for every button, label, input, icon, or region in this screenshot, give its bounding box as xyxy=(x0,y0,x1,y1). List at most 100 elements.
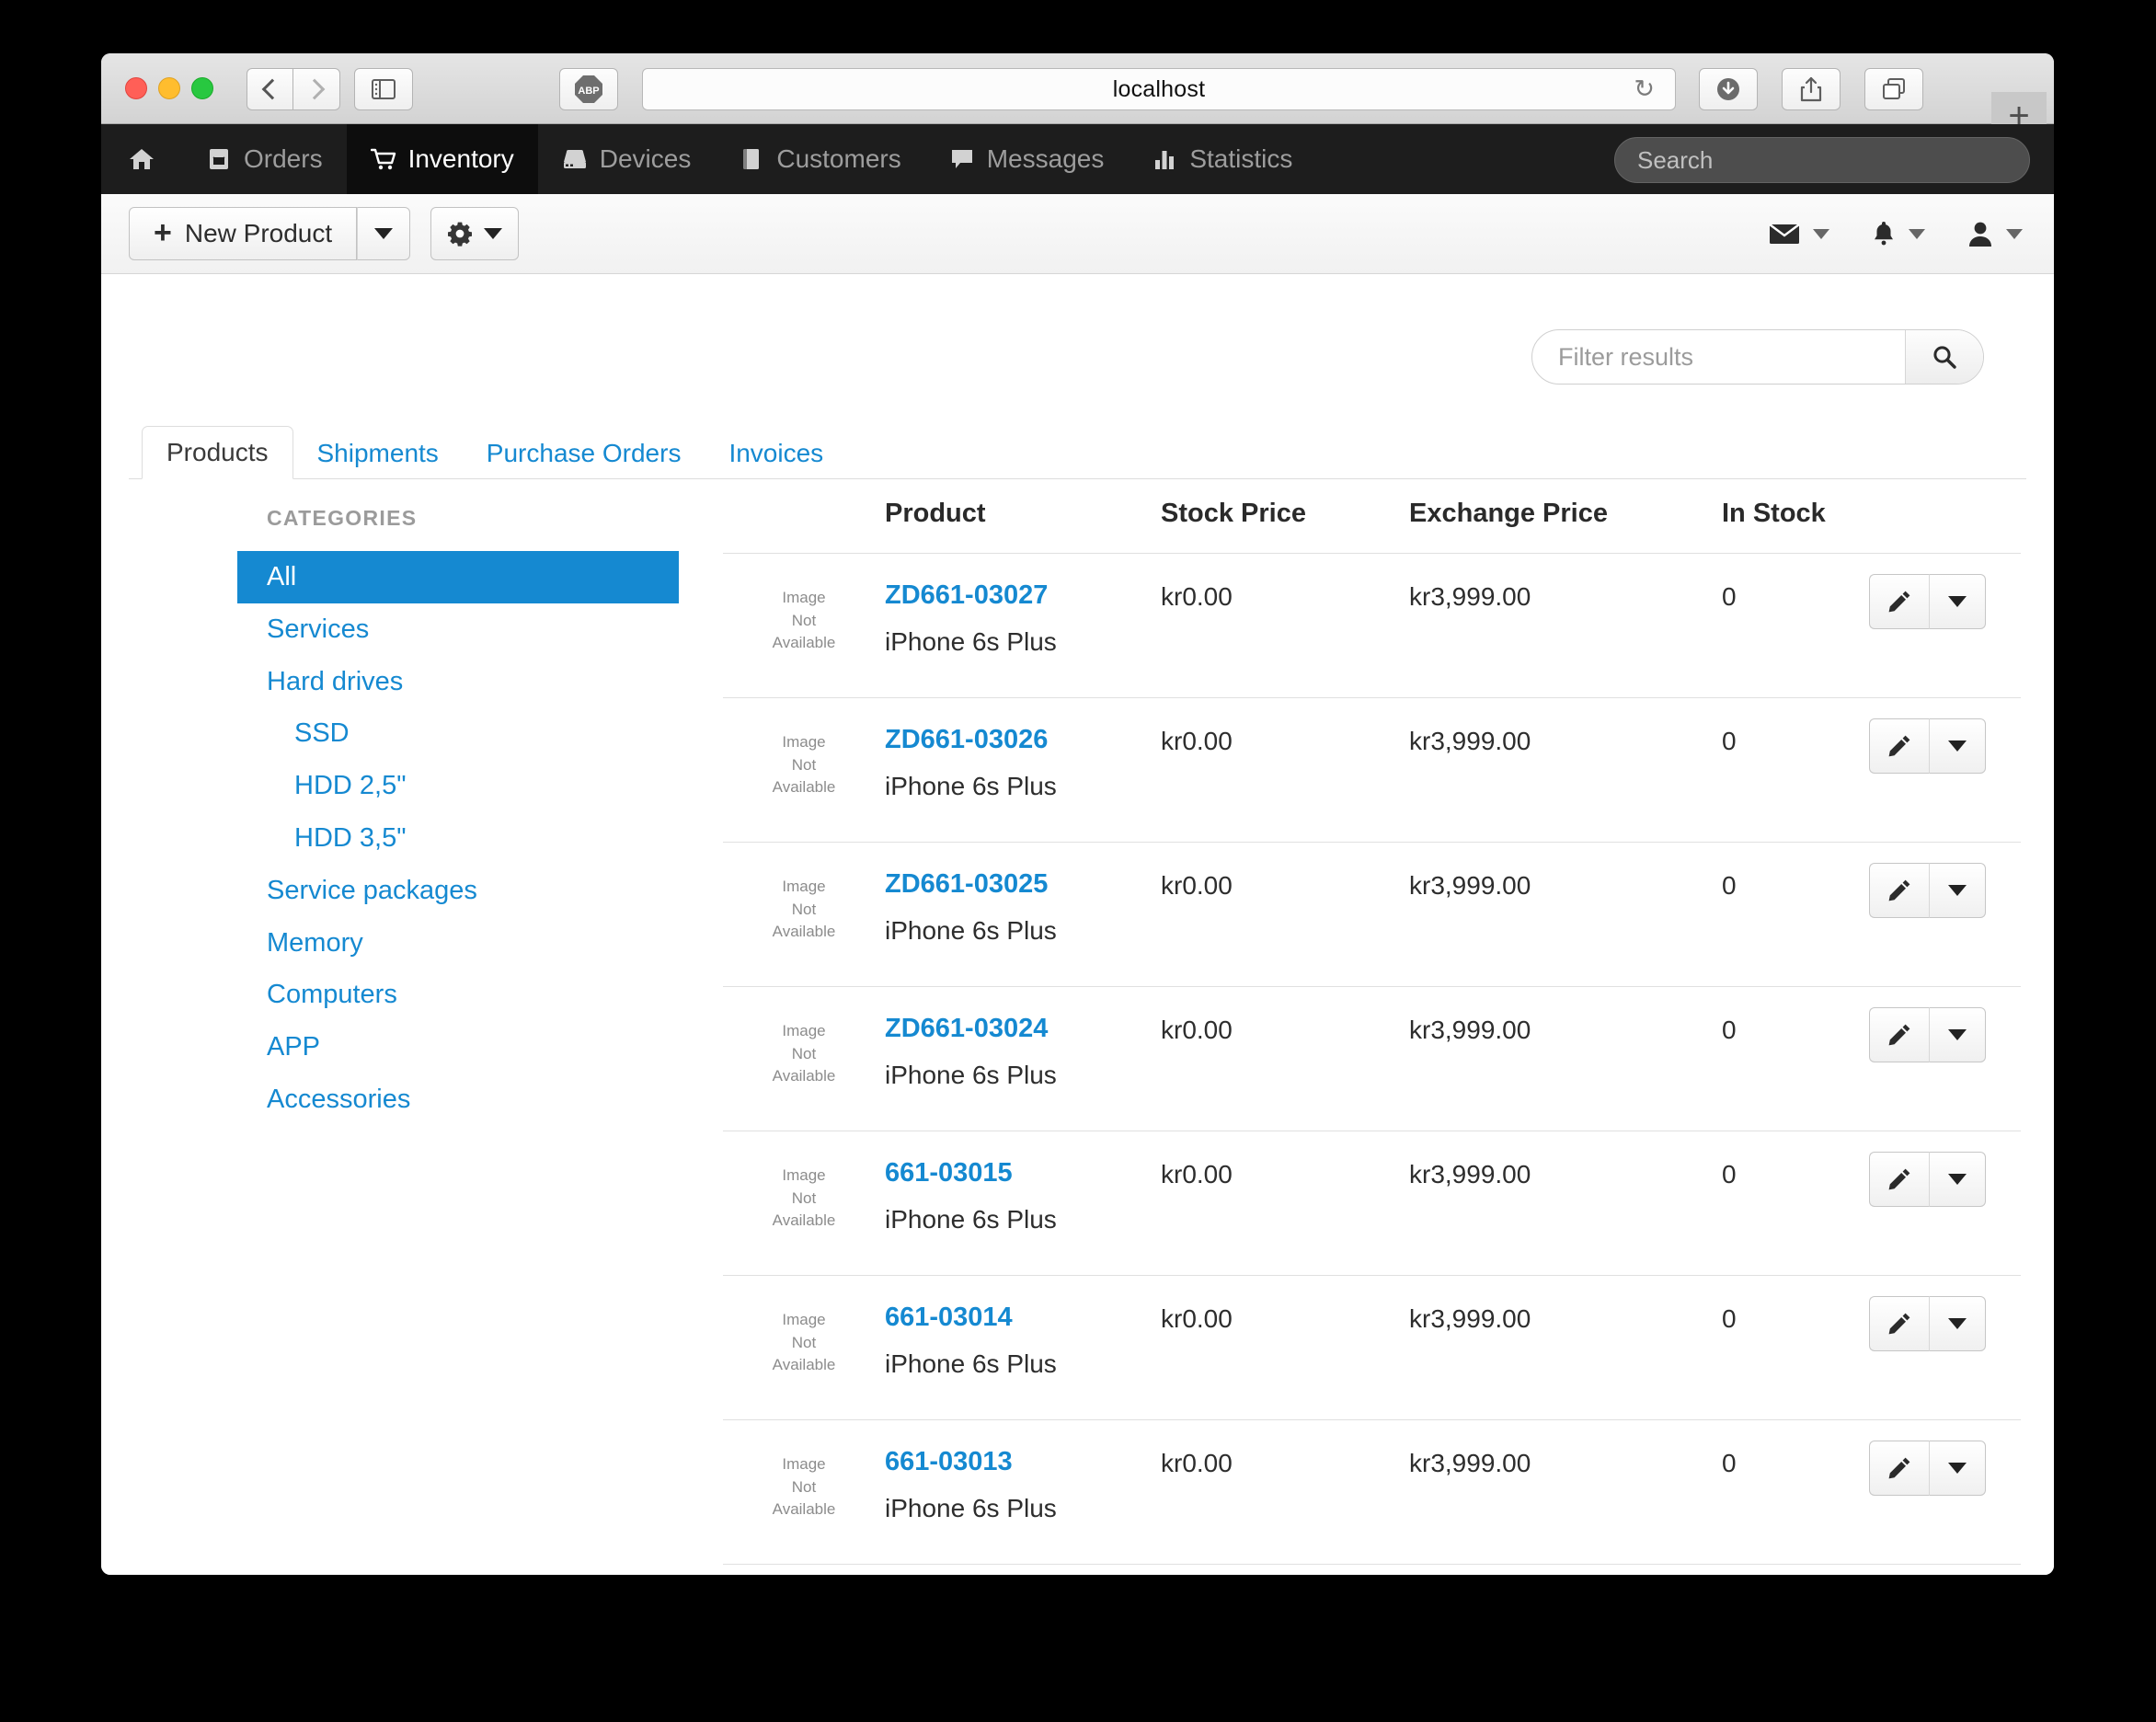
edit-product-button[interactable] xyxy=(1869,1007,1929,1062)
maximize-window-button[interactable] xyxy=(191,77,213,99)
notifications-menu-button[interactable] xyxy=(1872,220,1925,247)
row-actions-dropdown-button[interactable] xyxy=(1929,1441,1986,1496)
product-name: iPhone 6s Plus xyxy=(885,771,1057,800)
pencil-icon xyxy=(1888,591,1910,613)
edit-product-button[interactable] xyxy=(1869,574,1929,629)
back-button[interactable] xyxy=(247,68,293,110)
category-item-all[interactable]: All xyxy=(237,551,679,603)
exchange-price-value: kr3,999.00 xyxy=(1409,1304,1531,1333)
filter-results-input[interactable] xyxy=(1532,330,1905,384)
product-sku-link[interactable]: 661-03014 xyxy=(885,1303,1161,1333)
category-item-accessories[interactable]: Accessories xyxy=(237,1073,679,1126)
edit-product-button[interactable] xyxy=(1869,718,1929,774)
product-image-placeholder: Image Not Available xyxy=(723,1448,885,1521)
category-item-app[interactable]: APP xyxy=(237,1021,679,1073)
download-icon xyxy=(1717,78,1739,100)
tab-shipments[interactable]: Shipments xyxy=(293,428,463,479)
account-menu-button[interactable] xyxy=(1967,220,2023,247)
product-name: iPhone 6s Plus xyxy=(885,1060,1057,1089)
new-product-dropdown-button[interactable] xyxy=(357,207,411,260)
category-item-memory[interactable]: Memory xyxy=(237,917,679,970)
row-actions-dropdown-button[interactable] xyxy=(1929,1296,1986,1351)
product-cell: ZD661-03024 iPhone 6s Plus xyxy=(885,1014,1161,1090)
row-actions xyxy=(1869,863,1986,918)
nav-item-messages[interactable]: Messages xyxy=(925,124,1129,194)
edit-product-button[interactable] xyxy=(1869,1296,1929,1351)
tab-invoices[interactable]: Invoices xyxy=(705,428,847,479)
row-actions-dropdown-button[interactable] xyxy=(1929,1152,1986,1207)
user-icon xyxy=(1969,222,1991,247)
row-actions xyxy=(1869,1007,1986,1062)
exchange-price-value: kr3,999.00 xyxy=(1409,582,1531,611)
product-sku-link[interactable]: 661-03015 xyxy=(885,1158,1161,1188)
page-content: Products Shipments Purchase Orders Invoi… xyxy=(101,274,2054,1575)
tab-products[interactable]: Products xyxy=(142,426,293,479)
share-button[interactable] xyxy=(1782,68,1841,110)
product-sku-link[interactable]: 661-03013 xyxy=(885,1447,1161,1477)
tabs-icon xyxy=(1883,78,1905,99)
category-item-hdd-25[interactable]: HDD 2,5" xyxy=(237,760,679,812)
row-actions-dropdown-button[interactable] xyxy=(1929,718,1986,774)
product-name: iPhone 6s Plus xyxy=(885,1204,1057,1234)
show-tab-overview-button[interactable] xyxy=(1864,68,1923,110)
sidebar-icon xyxy=(372,79,396,99)
stock-price-value: kr0.00 xyxy=(1161,871,1233,900)
nav-item-statistics[interactable]: Statistics xyxy=(1128,124,1316,194)
nav-item-home[interactable] xyxy=(101,124,182,194)
tab-purchase-orders[interactable]: Purchase Orders xyxy=(463,428,705,479)
product-sku-link[interactable]: ZD661-03024 xyxy=(885,1014,1161,1044)
shopping-cart-icon xyxy=(370,146,396,172)
forward-button[interactable] xyxy=(292,68,340,110)
messages-menu-button[interactable] xyxy=(1769,222,1829,246)
nav-item-devices[interactable]: Devices xyxy=(538,124,716,194)
address-bar[interactable]: localhost ↻ xyxy=(642,68,1676,110)
home-icon xyxy=(129,146,155,172)
product-image-placeholder: Image Not Available xyxy=(723,726,885,799)
product-name: iPhone 6s Plus xyxy=(885,915,1057,945)
product-cell: 661-03014 iPhone 6s Plus xyxy=(885,1303,1161,1379)
edit-product-button[interactable] xyxy=(1869,1152,1929,1207)
nav-item-customers[interactable]: Customers xyxy=(715,124,924,194)
nav-item-orders[interactable]: Orders xyxy=(182,124,347,194)
column-header-exchange-price: Exchange Price xyxy=(1409,499,1608,528)
table-row: Image Not Available ZD661-03024 iPhone 6s … xyxy=(723,986,2021,1131)
global-search-box[interactable]: Search xyxy=(1614,137,2030,183)
category-item-services[interactable]: Services xyxy=(237,603,679,656)
stock-price-value: kr0.00 xyxy=(1161,1304,1233,1333)
row-actions-dropdown-button[interactable] xyxy=(1929,1007,1986,1062)
new-product-button[interactable]: + New Product xyxy=(129,207,358,260)
chevron-down-icon xyxy=(1948,1463,1967,1474)
close-window-button[interactable] xyxy=(125,77,147,99)
downloads-button[interactable] xyxy=(1699,68,1758,110)
edit-product-button[interactable] xyxy=(1869,1441,1929,1496)
image-placeholder-line: Available xyxy=(772,1067,836,1085)
category-item-hard-drives[interactable]: Hard drives xyxy=(237,656,679,708)
image-placeholder-line: Not xyxy=(791,611,817,629)
product-image-placeholder: Image Not Available xyxy=(723,581,885,655)
pencil-icon xyxy=(1888,1024,1910,1046)
category-item-ssd[interactable]: SSD xyxy=(237,707,679,760)
category-item-service-packages[interactable]: Service packages xyxy=(237,865,679,917)
url-text: localhost xyxy=(1112,75,1206,102)
category-item-computers[interactable]: Computers xyxy=(237,969,679,1021)
edit-product-button[interactable] xyxy=(1869,863,1929,918)
chevron-down-icon xyxy=(1948,740,1967,752)
sidebar-toggle-button[interactable] xyxy=(354,68,413,110)
product-sku-link[interactable]: ZD661-03026 xyxy=(885,725,1161,755)
product-sku-link[interactable]: ZD661-03027 xyxy=(885,580,1161,611)
image-placeholder-line: Not xyxy=(791,900,817,918)
product-sku-link[interactable]: ZD661-03025 xyxy=(885,869,1161,900)
category-item-hdd-35[interactable]: HDD 3,5" xyxy=(237,812,679,865)
filter-search-button[interactable] xyxy=(1905,330,1983,384)
reload-icon[interactable]: ↻ xyxy=(1634,76,1655,102)
nav-item-inventory[interactable]: Inventory xyxy=(346,124,538,194)
minimize-window-button[interactable] xyxy=(158,77,180,99)
table-row: Image Not Available 661-03015 iPhone 6s Pl… xyxy=(723,1131,2021,1275)
row-actions-dropdown-button[interactable] xyxy=(1929,863,1986,918)
chevron-down-icon xyxy=(2006,228,2023,239)
adblock-plus-button[interactable]: ABP xyxy=(559,68,618,110)
product-cell: 661-03013 iPhone 6s Plus xyxy=(885,1447,1161,1523)
stock-price-value: kr0.00 xyxy=(1161,582,1233,611)
row-actions-dropdown-button[interactable] xyxy=(1929,574,1986,629)
settings-dropdown-button[interactable] xyxy=(430,207,520,260)
